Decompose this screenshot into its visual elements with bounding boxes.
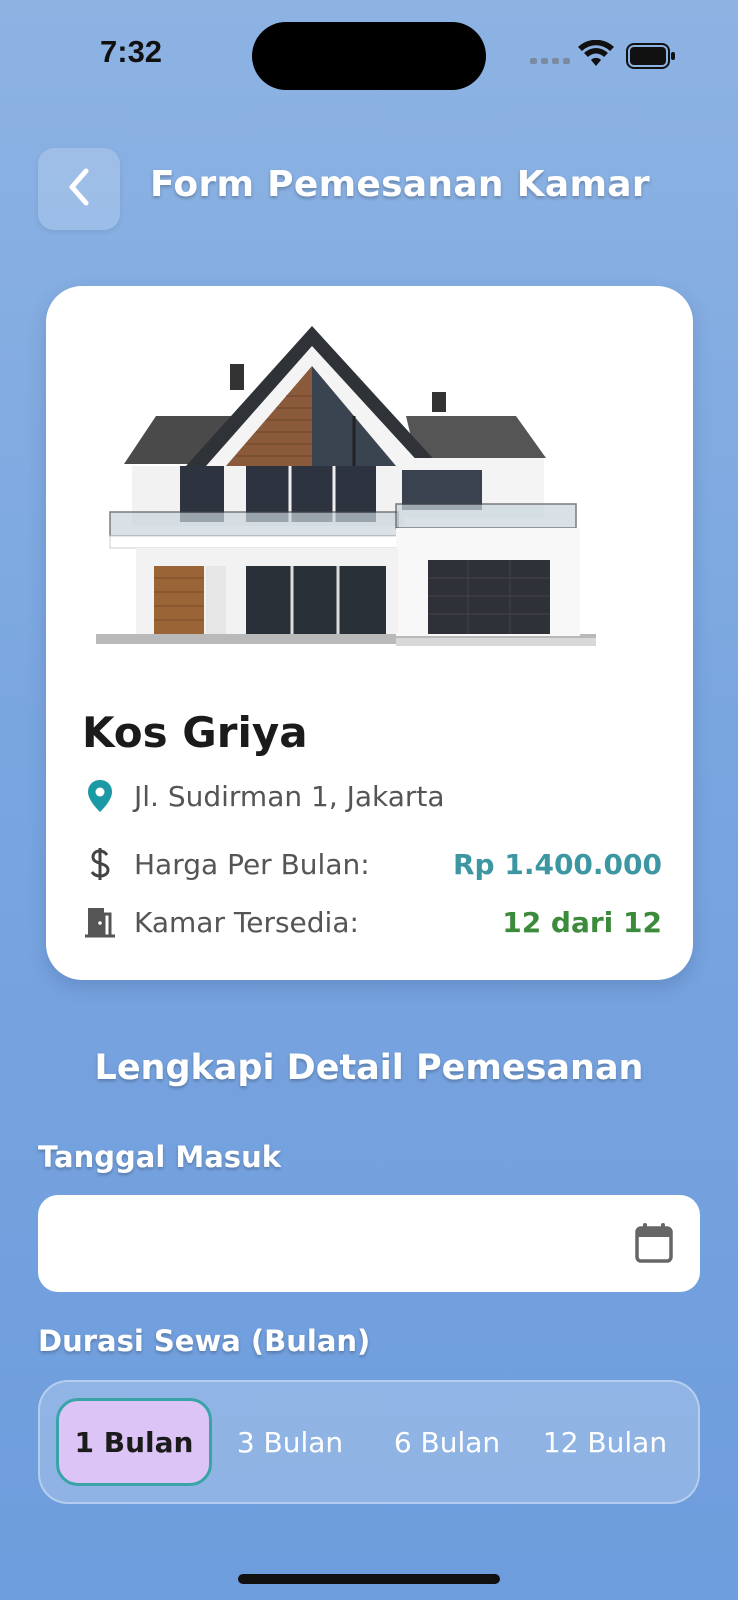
house-image <box>96 326 596 646</box>
price-row: Harga Per Bulan: Rp 1.400.000 <box>82 846 662 882</box>
kos-name: Kos Griya <box>82 708 308 757</box>
rooms-label: Kamar Tersedia: <box>134 905 359 939</box>
rooms-value: 12 dari 12 <box>502 905 662 939</box>
duration-option-1[interactable]: 1 Bulan <box>56 1398 212 1486</box>
wifi-icon <box>578 39 614 72</box>
cellular-signal-icon <box>530 58 570 64</box>
section-title: Lengkapi Detail Pemesanan <box>94 1048 644 1088</box>
checkin-date-input[interactable] <box>38 1195 700 1292</box>
home-indicator[interactable] <box>238 1574 500 1584</box>
price-label: Harga Per Bulan: <box>134 847 370 881</box>
date-label: Tanggal Masuk <box>38 1140 282 1174</box>
address-row: Jl. Sudirman 1, Jakarta <box>82 778 662 814</box>
duration-option-6[interactable]: 6 Bulan <box>368 1398 526 1486</box>
property-card: Kos Griya Jl. Sudirman 1, Jakarta Harga … <box>46 286 693 980</box>
door-icon <box>82 904 118 940</box>
price-value: Rp 1.400.000 <box>452 847 662 881</box>
rooms-row: Kamar Tersedia: 12 dari 12 <box>82 904 662 940</box>
status-time: 7:32 <box>100 34 163 69</box>
chevron-left-icon <box>64 167 94 211</box>
duration-selector: 1 Bulan 3 Bulan 6 Bulan 12 Bulan <box>38 1380 700 1504</box>
page-title: Form Pemesanan Kamar <box>150 164 650 205</box>
duration-option-12[interactable]: 12 Bulan <box>526 1398 684 1486</box>
dynamic-island <box>252 22 486 90</box>
battery-icon <box>626 42 676 74</box>
location-pin-icon <box>82 778 118 814</box>
duration-option-3[interactable]: 3 Bulan <box>212 1398 368 1486</box>
duration-label: Durasi Sewa (Bulan) <box>38 1324 371 1358</box>
calendar-icon[interactable] <box>634 1222 674 1268</box>
back-button[interactable] <box>38 148 120 230</box>
address-text: Jl. Sudirman 1, Jakarta <box>134 779 445 813</box>
dollar-icon <box>82 846 118 882</box>
